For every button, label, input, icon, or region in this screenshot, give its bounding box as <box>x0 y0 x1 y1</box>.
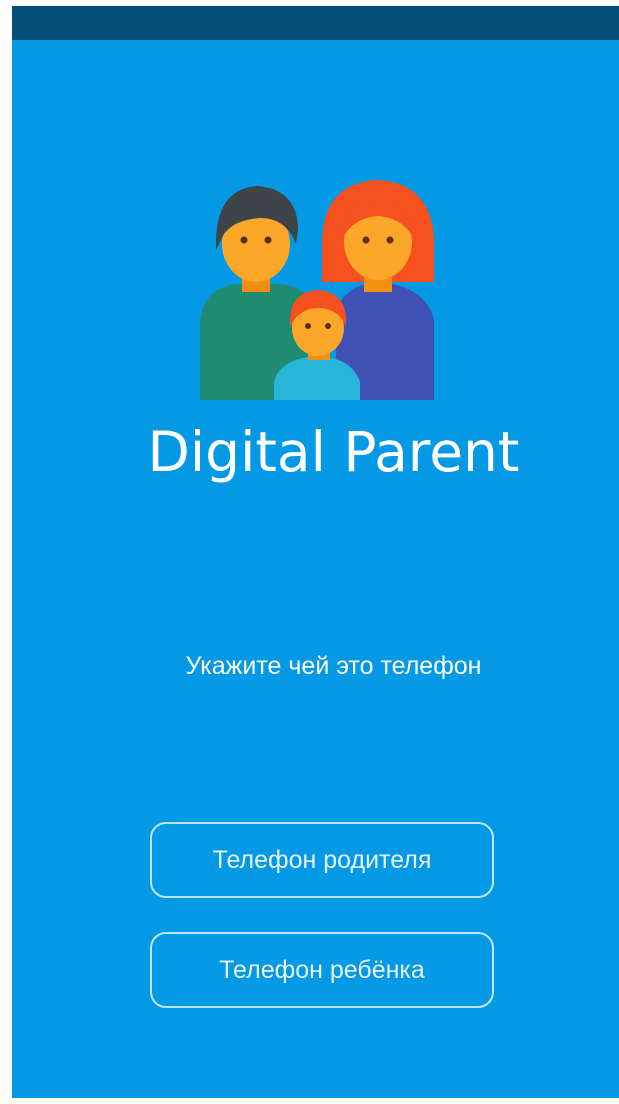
parent-phone-button[interactable]: Телефон родителя <box>150 822 494 898</box>
phone-owner-prompt: Укажите чей это телефон <box>185 652 482 680</box>
app-screen: Digital Parent Укажите чей это телефон Т… <box>12 6 619 1098</box>
app-title: Digital Parent <box>147 420 520 484</box>
family-icon <box>200 180 434 400</box>
child-phone-button[interactable]: Телефон ребёнка <box>150 932 494 1008</box>
status-bar <box>12 6 619 40</box>
